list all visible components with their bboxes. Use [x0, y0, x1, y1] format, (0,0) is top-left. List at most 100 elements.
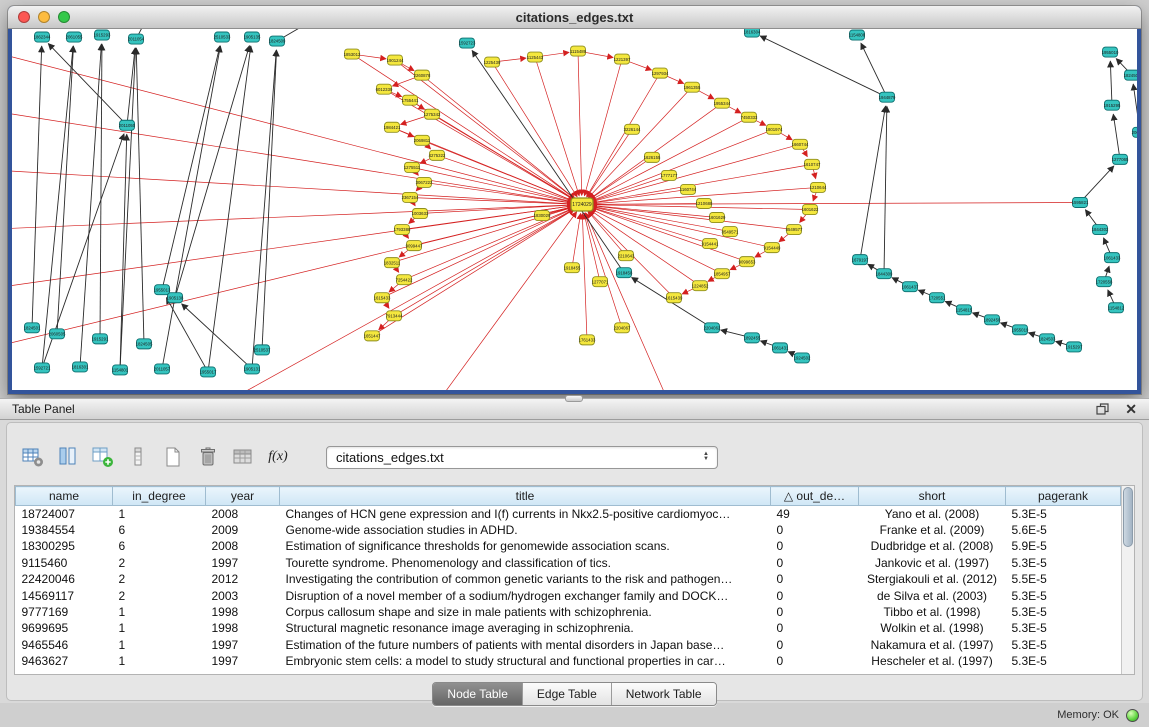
graph-node[interactable]: 3067222: [416, 177, 433, 187]
graph-node[interactable]: 2060505: [49, 329, 66, 339]
graph-node[interactable]: 1221397: [614, 54, 631, 64]
graph-node[interactable]: 1761433: [579, 335, 596, 345]
graph-node[interactable]: 2510537: [254, 345, 271, 355]
graph-node[interactable]: 1918455: [564, 263, 581, 273]
graph-node[interactable]: 1862344: [34, 32, 51, 42]
graph-node[interactable]: 9154441: [702, 239, 719, 249]
tab-edge-table[interactable]: Edge Table: [522, 683, 611, 705]
close-panel-icon[interactable]: ✕: [1125, 402, 1137, 416]
graph-node[interactable]: 2011057: [154, 364, 171, 374]
graph-node[interactable]: 8549571: [722, 227, 739, 237]
graph-node[interactable]: 1154812: [1108, 303, 1125, 313]
table-row[interactable]: 946554611997Estimation of the future num…: [16, 637, 1121, 653]
graph-node[interactable]: 1061433: [1104, 253, 1121, 263]
graph-node[interactable]: 7450333: [741, 112, 758, 122]
graph-node[interactable]: 2011054: [128, 34, 145, 44]
column-header-in_degree[interactable]: in_degree: [113, 487, 206, 506]
function-builder-button[interactable]: f(x): [265, 444, 291, 470]
graph-node[interactable]: 1830029: [534, 211, 551, 221]
table-row[interactable]: 1456911722003Disruption of a novel membe…: [16, 587, 1121, 603]
graph-node[interactable]: 1592723: [459, 38, 476, 48]
column-header-year[interactable]: year: [206, 487, 280, 506]
graph-node[interactable]: 1844302: [1092, 225, 1109, 235]
graph-node[interactable]: 3226144: [624, 124, 641, 134]
graph-node[interactable]: 1275342: [424, 109, 441, 119]
delete-button[interactable]: [195, 444, 221, 470]
close-window-button[interactable]: [18, 11, 30, 23]
graph-node[interactable]: 1601622: [802, 204, 819, 214]
graph-node[interactable]: 6012339: [376, 84, 393, 94]
graph-node[interactable]: 1918458: [616, 268, 633, 278]
graph-node[interactable]: 1154808: [849, 30, 866, 40]
graph-node[interactable]: 1955017: [200, 367, 217, 377]
graph-node[interactable]: 1225439: [484, 57, 501, 67]
graph-node[interactable]: 1592721: [34, 363, 51, 373]
tab-node-table[interactable]: Node Table: [433, 683, 522, 705]
graph-node[interactable]: 2011050: [119, 120, 136, 130]
zoom-window-button[interactable]: [58, 11, 70, 23]
column-header-out_de[interactable]: △ out_de…: [771, 487, 859, 506]
graph-node[interactable]: 1720558: [1096, 277, 1113, 287]
column-header-title[interactable]: title: [280, 487, 771, 506]
show-columns-button[interactable]: [55, 444, 81, 470]
table-row[interactable]: 977716911998Corpus callosum shape and si…: [16, 604, 1121, 620]
graph-node[interactable]: 9099447: [406, 241, 423, 251]
graph-node[interactable]: 1595821: [1072, 197, 1089, 207]
column-header-name[interactable]: name: [16, 487, 113, 506]
table-row[interactable]: 911546021997Tourette syndrome. Phenomeno…: [16, 555, 1121, 571]
graph-node[interactable]: 9099653: [739, 257, 756, 267]
graph-node[interactable]: 7254422: [396, 275, 413, 285]
table-row[interactable]: 946362711997Embryonic stem cells: a mode…: [16, 653, 1121, 669]
graph-node[interactable]: 1277071: [592, 277, 609, 287]
graph-node[interactable]: 1984421: [384, 122, 401, 132]
import-table-button[interactable]: [230, 444, 256, 470]
graph-node[interactable]: 1915295: [1104, 100, 1121, 110]
graph-node[interactable]: 1651447: [364, 331, 381, 341]
graph-node[interactable]: 1154815: [956, 305, 973, 315]
graph-node[interactable]: 1892455: [744, 333, 761, 343]
graph-node[interactable]: 1615439: [666, 293, 683, 303]
delete-column-button[interactable]: [125, 444, 151, 470]
graph-node[interactable]: 7913444: [386, 311, 403, 321]
graph-node[interactable]: 1924502: [794, 353, 811, 363]
table-selector-combobox[interactable]: citations_edges.txt ▲▼: [326, 446, 718, 469]
graph-node[interactable]: 1793388: [394, 225, 411, 235]
graph-node[interactable]: 1626155: [644, 152, 661, 162]
graph-node[interactable]: 1824503: [1039, 334, 1056, 344]
table-row[interactable]: 2242004622012Investigating the contribut…: [16, 571, 1121, 587]
new-file-button[interactable]: [160, 444, 186, 470]
graph-node[interactable]: 2510533: [214, 32, 231, 42]
table-mode-button[interactable]: [20, 444, 46, 470]
graph-node[interactable]: 2204062: [704, 323, 721, 333]
column-header-short[interactable]: short: [859, 487, 1006, 506]
panel-splitter-handle[interactable]: [565, 395, 583, 402]
graph-node[interactable]: 1824505: [136, 339, 153, 349]
table-row[interactable]: 1830029562008Estimation of significance …: [16, 538, 1121, 554]
window-titlebar[interactable]: citations_edges.txt: [8, 6, 1141, 29]
graph-node[interactable]: 1905138: [167, 293, 184, 303]
create-column-button[interactable]: [90, 444, 116, 470]
graph-node[interactable]: 1816304: [744, 29, 761, 37]
graph-node[interactable]: 1615433: [374, 293, 391, 303]
scrollbar-thumb[interactable]: [1123, 487, 1133, 547]
graph-node[interactable]: 1755441: [402, 95, 419, 105]
graph-node[interactable]: 1905131: [244, 364, 261, 374]
table-row[interactable]: 1938455462009Genome-wide association stu…: [16, 522, 1121, 538]
graph-node[interactable]: 1955019: [1012, 325, 1029, 335]
graph-node[interactable]: 1610747: [804, 159, 821, 169]
graph-node[interactable]: 1844309: [876, 269, 893, 279]
graph-node[interactable]: 1115489: [570, 46, 587, 56]
graph-node[interactable]: 1061431: [772, 343, 789, 353]
graph-node[interactable]: 1275511: [404, 162, 421, 172]
graph-node[interactable]: 1679197: [852, 255, 869, 265]
graph-hub-node[interactable]: 1724029: [571, 198, 593, 211]
graph-node[interactable]: 1832511: [384, 258, 401, 268]
graph-node[interactable]: 1601629: [709, 213, 726, 223]
graph-node[interactable]: 2061050: [1132, 127, 1137, 137]
graph-node[interactable]: 1915293: [94, 30, 111, 40]
minimize-window-button[interactable]: [38, 11, 50, 23]
graph-node[interactable]: 2210643: [618, 251, 635, 261]
graph-node[interactable]: 1824501: [24, 323, 41, 333]
graph-node[interactable]: 1915297: [1066, 342, 1083, 352]
graph-node[interactable]: 1955010: [1102, 47, 1119, 57]
